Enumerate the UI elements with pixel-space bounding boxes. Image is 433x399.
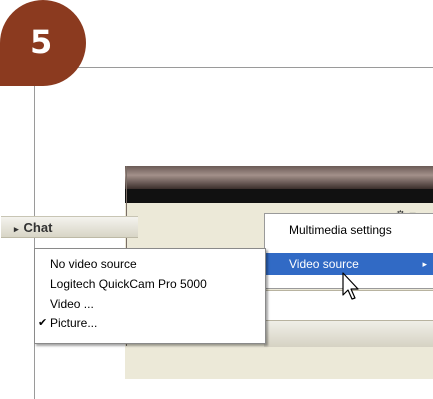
chevron-right-icon: ▸	[14, 224, 19, 234]
submenu-arrow-icon: ▸	[422, 259, 427, 269]
submenu-item-video[interactable]: Video ...	[35, 294, 265, 314]
menu-item-label: Video source	[289, 257, 359, 271]
submenu-item-label: Logitech QuickCam Pro 5000	[50, 277, 207, 291]
submenu-item-label: Video ...	[50, 297, 94, 311]
submenu-item-label: No video source	[50, 257, 137, 271]
menu-item-label: Multimedia settings	[289, 223, 392, 237]
submenu-item-logitech-quickcam[interactable]: Logitech QuickCam Pro 5000	[35, 274, 265, 294]
video-bottom-bar	[125, 189, 433, 203]
step-number: 5	[30, 23, 53, 61]
submenu-item-label: Picture...	[50, 316, 98, 330]
video-source-submenu: No video source Logitech QuickCam Pro 50…	[34, 248, 266, 344]
frame-top-border	[34, 67, 433, 68]
submenu-item-no-video-source[interactable]: No video source	[35, 254, 265, 274]
step-badge: 5	[0, 0, 86, 86]
submenu-item-picture[interactable]: ✔ Picture...	[35, 313, 265, 333]
checkmark-icon: ✔	[38, 317, 48, 329]
mouse-cursor-icon	[342, 272, 359, 300]
menu-item-multimedia-settings[interactable]: Multimedia settings	[265, 219, 433, 241]
app-status-bar	[264, 320, 433, 347]
chat-tab[interactable]: ▸ Chat	[1, 216, 138, 238]
chat-tab-label: Chat	[23, 220, 53, 235]
video-preview	[125, 166, 433, 189]
